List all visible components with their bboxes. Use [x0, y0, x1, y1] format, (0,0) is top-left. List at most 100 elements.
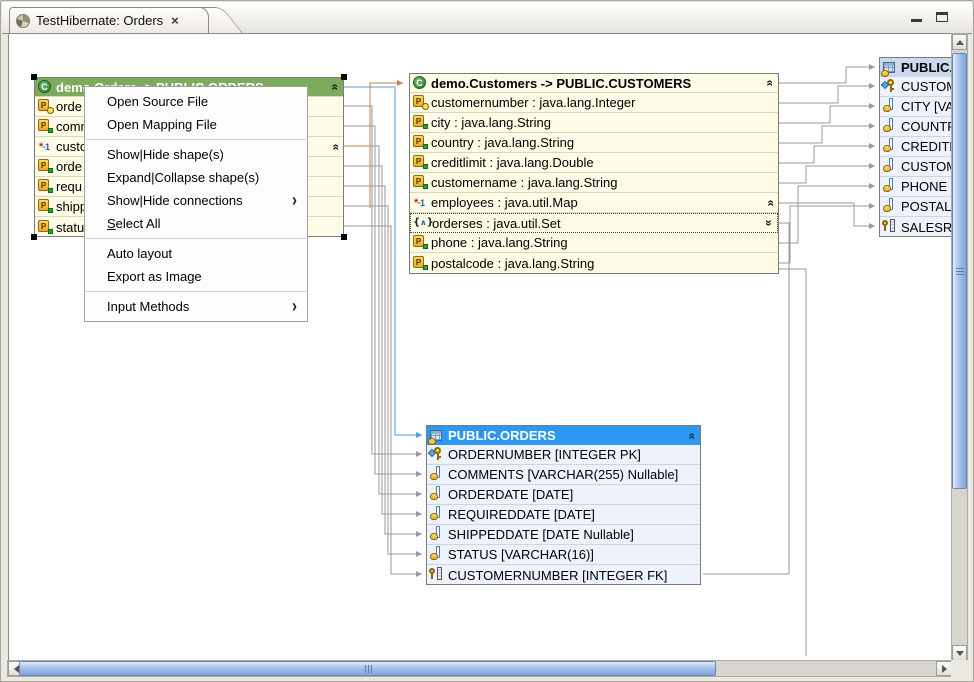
row-creditlimit[interactable]: Pcreditlimit : java.lang.Double	[410, 153, 778, 173]
row-employees[interactable]: *-1employees : java.util.Map»	[410, 193, 778, 213]
row-label: orderses : java.util.Set	[432, 216, 561, 231]
menu-item-input-methods[interactable]: Input Methods›	[85, 295, 307, 318]
scrollbar-corner	[951, 660, 968, 677]
row-creditlimit[interactable]: CREDITLIMIT	[880, 137, 953, 157]
column-icon	[429, 526, 444, 543]
menu-separator	[86, 238, 306, 239]
selection-handle[interactable]	[31, 234, 37, 240]
row-customernumber[interactable]: CUSTOMERNUMBER [INTEGER FK]	[427, 565, 700, 585]
menu-item-label: Open Mapping File	[107, 113, 297, 136]
row-postalcode[interactable]: Ppostalcode : java.lang.String	[410, 253, 778, 273]
tab-title: TestHibernate: Orders	[36, 13, 163, 28]
row-label: requ	[56, 179, 82, 194]
menu-item-label: Expand|Collapse shape(s)	[107, 166, 297, 189]
property-id-icon: P	[412, 94, 427, 111]
context-menu: Open Source FileOpen Mapping File Show|Hi…	[84, 86, 308, 322]
connections-collection-descenders[interactable]	[703, 223, 806, 656]
row-label: phone : java.lang.String	[431, 235, 568, 250]
row-label: shipp	[56, 199, 87, 214]
property-icon: P	[37, 198, 52, 215]
connections-customers-to-table[interactable]	[779, 67, 875, 263]
row-city[interactable]: Pcity : java.lang.String	[410, 113, 778, 133]
row-orderses[interactable]: {∧} orderses : java.util.Set »	[410, 213, 778, 233]
row-city[interactable]: CITY [VARCHAR	[880, 97, 953, 117]
row-label: SHIPPEDDATE [DATE Nullable]	[448, 527, 634, 542]
table-public-orders[interactable]: PUBLIC.ORDERS » ORDERNUMBER [INTEGER PK]…	[426, 425, 701, 585]
close-icon[interactable]: ×	[171, 14, 179, 28]
row-label: REQUIREDDATE [DATE]	[448, 507, 595, 522]
vertical-scrollbar-thumb[interactable]	[952, 53, 967, 489]
property-icon: P	[412, 134, 427, 151]
row-postalcode[interactable]: POSTALCODE	[880, 197, 953, 217]
diagram-canvas[interactable]: C demo.Orders -> PUBLIC.ORDERS » PordePc…	[9, 34, 953, 660]
row-label: CUSTOMERNAME	[901, 159, 953, 174]
menu-item-show-hide-connections[interactable]: Show|Hide connections›	[85, 189, 307, 212]
row-chevron-icon[interactable]: »	[330, 141, 340, 153]
column-icon	[429, 506, 444, 523]
column-icon	[882, 118, 897, 135]
row-chevron-icon[interactable]: »	[765, 197, 775, 209]
row-label: COUNTRY	[901, 119, 953, 134]
horizontal-scrollbar-thumb[interactable]	[19, 661, 716, 676]
menu-item-show-hide-shape-s-[interactable]: Show|Hide shape(s)	[85, 143, 307, 166]
entity-demo-customers-header[interactable]: C demo.Customers -> PUBLIC.CUSTOMERS »	[410, 74, 778, 93]
collapse-chevron-icon[interactable]: »	[764, 77, 774, 89]
table-icon	[429, 429, 444, 443]
row-customernumber[interactable]: CUSTOMERNUMBER	[880, 77, 953, 97]
selection-handle[interactable]	[341, 234, 347, 240]
menu-item-expand-collapse-shape-s-[interactable]: Expand|Collapse shape(s)	[85, 166, 307, 189]
row-label: POSTALCODE	[901, 199, 953, 214]
many-to-one-icon: *-1	[37, 140, 52, 154]
row-customername[interactable]: Pcustomername : java.lang.String	[410, 173, 778, 193]
menu-item-export-as-image[interactable]: Export as Image	[85, 265, 307, 288]
row-label: STATUS [VARCHAR(16)]	[448, 547, 594, 562]
collection-icon: {∧}	[413, 216, 428, 230]
menu-separator	[86, 139, 306, 140]
menu-item-open-mapping-file[interactable]: Open Mapping File	[85, 113, 307, 136]
row-label: COMMENTS [VARCHAR(255) Nullable]	[448, 467, 678, 482]
row-comments[interactable]: COMMENTS [VARCHAR(255) Nullable]	[427, 465, 700, 485]
minimize-icon[interactable]	[911, 19, 922, 22]
selection-handle[interactable]	[341, 74, 347, 80]
row-ordernumber[interactable]: ORDERNUMBER [INTEGER PK]	[427, 445, 700, 465]
property-icon: P	[412, 174, 427, 191]
table-public-customers-header[interactable]: PUBLIC.CUSTOMERS	[880, 58, 953, 77]
scroll-right-button[interactable]	[936, 661, 952, 676]
menu-item-open-source-file[interactable]: Open Source File	[85, 90, 307, 113]
row-label: CUSTOMERNUMBER [INTEGER FK]	[448, 568, 667, 583]
row-requireddate[interactable]: REQUIREDDATE [DATE]	[427, 505, 700, 525]
tab-testhibernate-orders[interactable]: TestHibernate: Orders ×	[9, 7, 209, 33]
row-phone[interactable]: Pphone : java.lang.String	[410, 233, 778, 253]
property-icon: P	[412, 255, 427, 272]
row-phone[interactable]: PHONE	[880, 177, 953, 197]
entity-demo-customers[interactable]: C demo.Customers -> PUBLIC.CUSTOMERS » P…	[409, 73, 779, 274]
row-label: country : java.lang.String	[431, 135, 574, 150]
table-public-orders-header[interactable]: PUBLIC.ORDERS »	[427, 426, 700, 445]
row-salesrep[interactable]: SALESREP	[880, 217, 953, 237]
row-orderdate[interactable]: ORDERDATE [DATE]	[427, 485, 700, 505]
menu-item-label: Show|Hide shape(s)	[107, 143, 297, 166]
row-customername[interactable]: CUSTOMERNAME	[880, 157, 953, 177]
collapse-chevron-icon[interactable]: »	[329, 81, 339, 93]
property-icon: P	[37, 219, 52, 236]
many-to-one-icon: *-1	[412, 196, 427, 210]
property-icon: P	[412, 234, 427, 251]
row-status[interactable]: STATUS [VARCHAR(16)]	[427, 545, 700, 565]
selection-handle[interactable]	[31, 74, 37, 80]
row-shippeddate[interactable]: SHIPPEDDATE [DATE Nullable]	[427, 525, 700, 545]
row-chevron-icon[interactable]: »	[764, 217, 774, 229]
row-customernumber[interactable]: Pcustomernumber : java.lang.Integer	[410, 93, 778, 113]
row-country[interactable]: Pcountry : java.lang.String	[410, 133, 778, 153]
menu-item-select-all[interactable]: Select All	[85, 212, 307, 235]
row-label: ORDERDATE [DATE]	[448, 487, 573, 502]
menu-item-auto-layout[interactable]: Auto layout	[85, 242, 307, 265]
table-public-customers[interactable]: PUBLIC.CUSTOMERS CUSTOMERNUMBERCITY [VAR…	[879, 57, 953, 237]
vertical-scrollbar[interactable]	[951, 33, 968, 662]
row-country[interactable]: COUNTRY	[880, 117, 953, 137]
scroll-down-button[interactable]	[952, 645, 967, 661]
horizontal-scrollbar[interactable]	[7, 660, 953, 677]
maximize-icon[interactable]	[936, 12, 948, 22]
collapse-chevron-icon[interactable]: »	[686, 430, 696, 442]
column-icon	[429, 486, 444, 503]
scroll-up-button[interactable]	[952, 34, 967, 50]
